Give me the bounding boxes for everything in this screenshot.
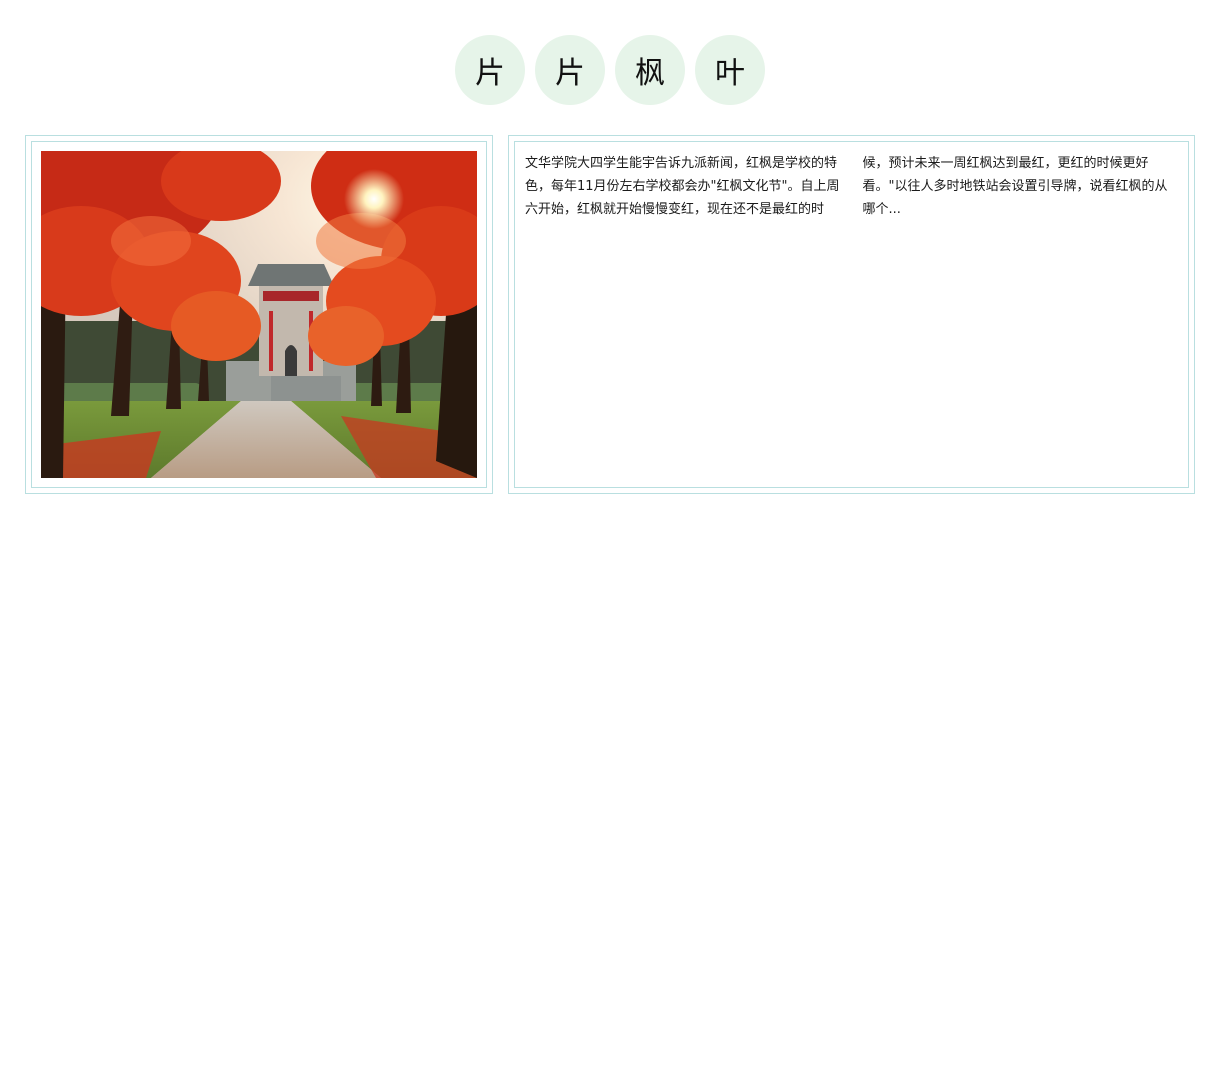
red-maple-campus-photo	[41, 151, 477, 478]
article-panel: 文华学院大四学生能宇告诉九派新闻，红枫是学校的特色，每年11月份左右学校都会办"…	[508, 135, 1195, 494]
title-char-2: 片	[535, 35, 605, 105]
title-char-1: 片	[455, 35, 525, 105]
article-frame: 文华学院大四学生能宇告诉九派新闻，红枫是学校的特色，每年11月份左右学校都会办"…	[514, 141, 1189, 488]
image-frame	[31, 141, 487, 488]
page-title: 片 片 枫 叶	[0, 35, 1220, 105]
image-panel	[25, 135, 493, 494]
title-char-3: 枫	[615, 35, 685, 105]
article-text: 文华学院大四学生能宇告诉九派新闻，红枫是学校的特色，每年11月份左右学校都会办"…	[525, 156, 1168, 217]
title-char-4: 叶	[695, 35, 765, 105]
